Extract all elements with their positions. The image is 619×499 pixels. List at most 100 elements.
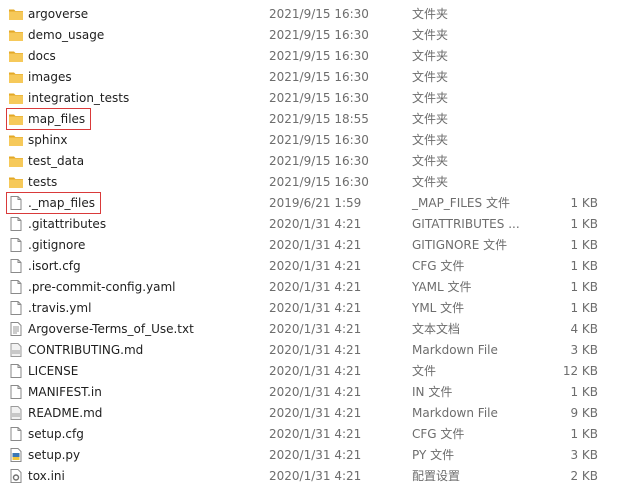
file-size: 1 KB — [570, 259, 598, 273]
file-row[interactable]: demo_usage 2021/9/15 16:30 文件夹 — [0, 24, 619, 45]
file-row[interactable]: argoverse 2021/9/15 16:30 文件夹 — [0, 3, 619, 24]
folder-icon — [8, 69, 24, 85]
file-size: 1 KB — [570, 301, 598, 315]
file-type: Markdown File — [412, 343, 498, 357]
file-name: integration_tests — [28, 91, 130, 105]
file-size: 9 KB — [570, 406, 598, 420]
file-size: 1 KB — [570, 217, 598, 231]
file-name: sphinx — [28, 133, 68, 147]
file-type: PY 文件 — [412, 448, 455, 462]
file-icon — [8, 279, 24, 295]
file-type: 文件 — [412, 364, 437, 378]
file-size: 1 KB — [570, 196, 598, 210]
file-type: 文件夹 — [412, 91, 449, 105]
markdown-file-icon — [8, 342, 24, 358]
file-date-modified: 2021/9/15 16:30 — [269, 28, 369, 42]
folder-icon — [8, 27, 24, 43]
file-icon — [8, 237, 24, 253]
file-row[interactable]: sphinx 2021/9/15 16:30 文件夹 — [0, 129, 619, 150]
file-size: 1 KB — [570, 280, 598, 294]
file-date-modified: 2021/9/15 16:30 — [269, 70, 369, 84]
file-type: Markdown File — [412, 406, 498, 420]
file-date-modified: 2020/1/31 4:21 — [269, 427, 362, 441]
file-row[interactable]: integration_tests 2021/9/15 16:30 文件夹 — [0, 87, 619, 108]
file-row[interactable]: test_data 2021/9/15 16:30 文件夹 — [0, 150, 619, 171]
file-name: CONTRIBUTING.md — [28, 343, 144, 357]
file-name: argoverse — [28, 7, 89, 21]
file-row[interactable]: CONTRIBUTING.md 2020/1/31 4:21 Markdown Fi… — [0, 339, 619, 360]
file-name: .pre-commit-config.yaml — [28, 280, 176, 294]
python-file-icon — [8, 447, 24, 463]
file-icon — [8, 426, 24, 442]
file-name: setup.py — [28, 448, 81, 462]
file-row[interactable]: setup.cfg 2020/1/31 4:21 CFG 文件 1 KB — [0, 423, 619, 444]
file-type: 文本文档 — [412, 322, 461, 336]
file-type: IN 文件 — [412, 385, 453, 399]
file-name: .gitignore — [28, 238, 86, 252]
file-name: tox.ini — [28, 469, 65, 483]
file-name: .isort.cfg — [28, 259, 81, 273]
file-row[interactable]: Argoverse-Terms_of_Use.txt 2020/1/31 4:21… — [0, 318, 619, 339]
file-size: 3 KB — [570, 343, 598, 357]
file-row[interactable]: README.md 2020/1/31 4:21 Markdown File 9 KB — [0, 402, 619, 423]
file-row[interactable]: .gitattributes 2020/1/31 4:21 GITATTRIBUTE… — [0, 213, 619, 234]
file-name: Argoverse-Terms_of_Use.txt — [28, 322, 194, 336]
file-row[interactable]: tox.ini 2020/1/31 4:21 配置设置 2 KB — [0, 465, 619, 486]
file-date-modified: 2020/1/31 4:21 — [269, 259, 362, 273]
file-row[interactable]: images 2021/9/15 16:30 文件夹 — [0, 66, 619, 87]
file-row[interactable]: MANIFEST.in 2020/1/31 4:21 IN 文件 1 KB — [0, 381, 619, 402]
file-date-modified: 2020/1/31 4:21 — [269, 238, 362, 252]
folder-icon — [8, 90, 24, 106]
file-size: 4 KB — [570, 322, 598, 336]
file-size: 12 KB — [562, 364, 598, 378]
file-icon — [8, 384, 24, 400]
file-row[interactable]: docs 2021/9/15 16:30 文件夹 — [0, 45, 619, 66]
file-type: 文件夹 — [412, 112, 449, 126]
file-row[interactable]: tests 2021/9/15 16:30 文件夹 — [0, 171, 619, 192]
file-date-modified: 2021/9/15 18:55 — [269, 112, 369, 126]
file-date-modified: 2020/1/31 4:21 — [269, 322, 362, 336]
file-date-modified: 2020/1/31 4:21 — [269, 217, 362, 231]
file-row[interactable]: .pre-commit-config.yaml 2020/1/31 4:21 YAM… — [0, 276, 619, 297]
file-name: README.md — [28, 406, 103, 420]
file-type: GITATTRIBUTES ... — [412, 217, 520, 231]
file-row[interactable]: .gitignore 2020/1/31 4:21 GITIGNORE 文件 1 KB — [0, 234, 619, 255]
folder-icon — [8, 132, 24, 148]
file-icon — [8, 258, 24, 274]
file-type: 文件夹 — [412, 28, 449, 42]
file-date-modified: 2021/9/15 16:30 — [269, 91, 369, 105]
file-type: YAML 文件 — [412, 280, 472, 294]
file-size: 1 KB — [570, 238, 598, 252]
file-row[interactable]: map_files 2021/9/15 18:55 文件夹 — [0, 108, 619, 129]
settings-file-icon — [8, 468, 24, 484]
file-type: _MAP_FILES 文件 — [412, 196, 510, 210]
file-row[interactable]: .isort.cfg 2020/1/31 4:21 CFG 文件 1 KB — [0, 255, 619, 276]
file-row[interactable]: .travis.yml 2020/1/31 4:21 YML 文件 1 KB — [0, 297, 619, 318]
file-name: setup.cfg — [28, 427, 84, 441]
file-name: .gitattributes — [28, 217, 107, 231]
file-date-modified: 2021/9/15 16:30 — [269, 154, 369, 168]
file-type: 文件夹 — [412, 133, 449, 147]
file-name: docs — [28, 49, 56, 63]
file-icon — [8, 300, 24, 316]
file-icon — [8, 216, 24, 232]
file-type: YML 文件 — [412, 301, 465, 315]
file-row[interactable]: ._map_files 2019/6/21 1:59 _MAP_FILES 文件 1 … — [0, 192, 619, 213]
file-row[interactable]: setup.py 2020/1/31 4:21 PY 文件 3 KB — [0, 444, 619, 465]
file-type: GITIGNORE 文件 — [412, 238, 508, 252]
file-date-modified: 2021/9/15 16:30 — [269, 133, 369, 147]
folder-icon — [8, 6, 24, 22]
file-name: MANIFEST.in — [28, 385, 102, 399]
folder-icon — [8, 48, 24, 64]
file-type: 文件夹 — [412, 49, 449, 63]
folder-icon — [8, 153, 24, 169]
file-icon — [8, 363, 24, 379]
file-row[interactable]: LICENSE 2020/1/31 4:21 文件 12 KB — [0, 360, 619, 381]
file-type: 文件夹 — [412, 70, 449, 84]
file-name: ._map_files — [28, 196, 96, 210]
file-icon — [8, 195, 24, 211]
file-date-modified: 2020/1/31 4:21 — [269, 385, 362, 399]
file-name: images — [28, 70, 72, 84]
file-name: .travis.yml — [28, 301, 92, 315]
file-date-modified: 2020/1/31 4:21 — [269, 406, 362, 420]
